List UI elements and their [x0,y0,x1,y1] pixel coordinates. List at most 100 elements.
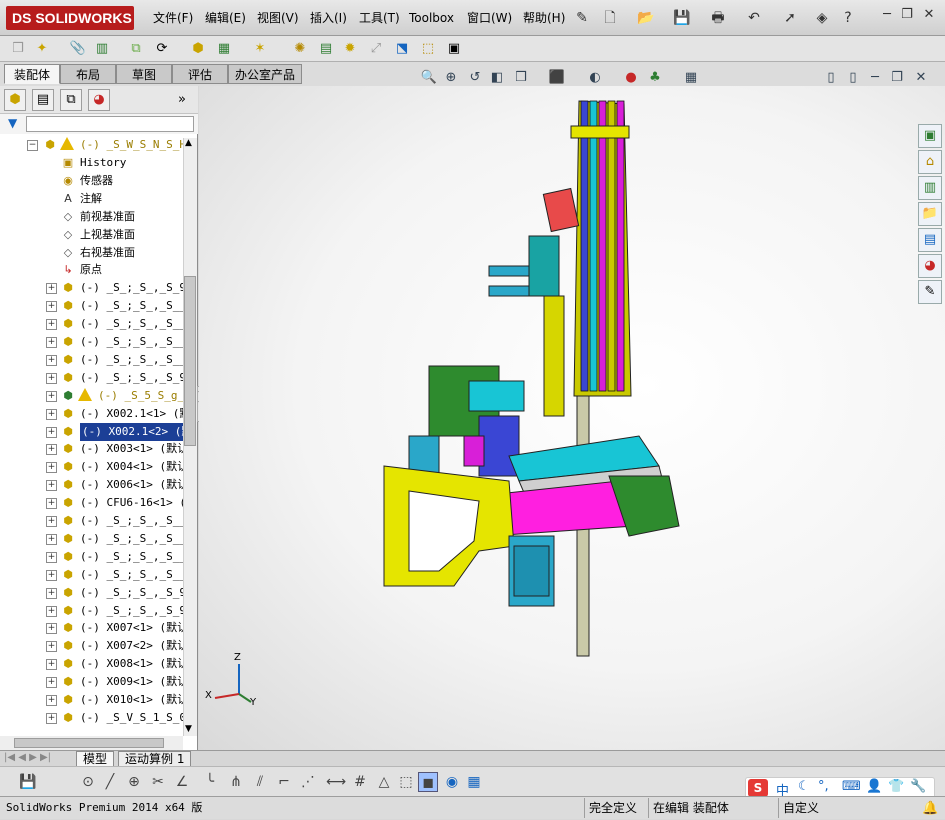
tree-scroll-thumb[interactable] [184,276,196,446]
help-icon[interactable]: ? [838,8,858,28]
expand-icon[interactable]: + [46,408,57,420]
section-view-icon[interactable]: ◧ [487,69,507,87]
home-icon[interactable]: ⌂ [918,150,942,174]
tree-item[interactable]: + ⬢ (-) _S_;_S_,_S___ [0,548,183,566]
hide-show-icon[interactable]: ◉ [442,772,462,792]
show-hidden-icon[interactable]: ⬢ [188,39,208,59]
expand-icon[interactable]: + [46,677,57,689]
tree-item[interactable]: + ⬢ (-) _S_;_S_,_S_9_ [0,279,183,297]
expand-icon[interactable]: + [46,695,57,706]
tree-item[interactable]: + ⬢ (-) _S_;_S_,_S_9_ [0,584,183,602]
reference-geometry-icon[interactable]: ✶ [250,39,270,59]
move-component-icon[interactable]: ⟳ [152,39,172,59]
explode-line-icon[interactable]: ⤢ [366,39,386,59]
tree-item[interactable]: ◇ 上视基准面 [0,226,183,244]
scroll-down-icon[interactable]: ▼ [185,724,192,734]
resources-icon[interactable]: ▣ [918,124,942,148]
corner-icon[interactable]: ⌐ [274,772,294,792]
keyboard-icon[interactable]: ⌨ [842,779,861,794]
open-folder-icon[interactable]: 📂 [636,8,656,28]
tree-item[interactable]: + ⬢ (-) X002.1<1> (默 [0,405,183,423]
tree-item[interactable]: + ⬢ (-) _S_;_S_,_S_9_ [0,602,183,620]
angle-icon[interactable]: ∠ [172,772,192,792]
tree-item[interactable]: + ⬢ (-) _S_;_S_,_S___ [0,297,183,315]
expand-icon[interactable]: + [46,426,57,438]
scroll-up-icon[interactable]: ▲ [185,138,192,148]
exploded-view-icon[interactable]: ✹ [340,39,360,59]
tree-item[interactable]: + ⬢ (-) X002.1<2> (默 [0,422,183,441]
sketch-point-icon[interactable]: ⋰ [298,772,318,792]
tab-assembly[interactable]: 装配体 [4,64,60,84]
expand-icon[interactable]: + [46,372,57,384]
menu-toolbox[interactable]: Toolbox [406,9,457,27]
tree-item[interactable]: + ⬢ (-) _S_;_S_,_S___ [0,566,183,584]
view-settings-icon[interactable]: ▦ [681,69,701,87]
line-icon[interactable]: ╱ [100,772,120,792]
appearance-icon[interactable]: ● [621,69,641,87]
new-document-icon[interactable]: 🗋 [600,8,620,28]
expand-icon[interactable]: + [46,354,57,366]
tree-item[interactable]: + ⬢ (-) _S_;_S_,_S_9_ [0,369,183,387]
expand-pane-icon[interactable]: » [178,92,186,107]
interference-detection-icon[interactable]: ⬔ [392,39,412,59]
appearances-icon[interactable]: ◕ [918,254,942,278]
viewport-minimize-icon[interactable]: ─ [865,69,885,87]
menu-edit[interactable]: 编辑(E) [202,9,249,27]
viewport-restore-icon[interactable]: ❐ [887,69,907,87]
expand-icon[interactable]: + [46,605,57,617]
circle-icon[interactable]: ⊙ [78,772,98,792]
notification-icon[interactable]: 🔔 [922,798,938,820]
scene-icon[interactable]: ♣ [645,69,665,87]
tree-item[interactable]: + ⬢ (-) X004<1> (默认 [0,458,183,476]
smart-fasteners-icon[interactable]: ⧉ [126,39,146,59]
rebuild-icon[interactable]: ◈ [812,8,832,28]
zoom-to-fit-icon[interactable]: 🔍 [419,69,439,87]
expand-icon[interactable]: + [46,551,57,563]
expand-icon[interactable]: + [46,462,57,474]
expand-icon[interactable]: + [46,498,57,510]
filter-icon[interactable]: ▼ [8,116,17,130]
close-window-icon[interactable]: ✕ [920,6,938,24]
instant3d-icon[interactable]: ⬚ [418,39,438,59]
minimize-window-icon[interactable]: ─ [878,6,896,24]
tab-scroll-arrows-icon[interactable]: |◀ ◀ ▶ ▶| [4,752,51,763]
expand-icon[interactable]: + [46,587,57,599]
expand-icon[interactable]: + [46,516,57,527]
shaded-display-icon[interactable]: ◼ [418,772,438,792]
tab-sketch[interactable]: 草图 [116,64,172,84]
expand-icon[interactable]: + [46,712,57,724]
collapse-icon[interactable]: − [27,140,38,151]
previous-view-icon[interactable]: ↺ [465,69,485,87]
view-orientation-icon[interactable]: ⬛ [547,69,567,87]
tab-motion-study[interactable]: 运动算例 1 [118,751,192,767]
expand-icon[interactable]: + [46,283,57,295]
tree-item[interactable]: + ⬢ (-) _S_;_S_,_S___ [0,315,183,333]
trim-icon[interactable]: ✂ [148,772,168,792]
expand-icon[interactable]: + [46,301,57,313]
tree-item[interactable]: + ⬢ (-) _S_;_S_,_S___ [0,530,183,548]
expand-icon[interactable]: + [46,533,57,545]
assembly-features-icon[interactable]: ▦ [214,39,234,59]
tree-item[interactable]: + ⬢ (-) _S_V_S_1_S_0_ [0,709,183,727]
menu-help[interactable]: 帮助(H) [520,9,568,27]
feature-tree-tab-icon[interactable]: ⬢ [4,89,26,111]
viewport-close-icon[interactable]: ✕ [911,69,931,87]
linear-pattern-icon[interactable]: ▥ [92,39,112,59]
sogou-logo-icon[interactable]: S [748,779,768,797]
punctuation-icon[interactable]: °, [818,779,829,794]
expand-icon[interactable]: + [46,390,57,402]
dynamic-annotation-icon[interactable]: ❒ [511,69,531,87]
point-icon[interactable]: ⊕ [124,772,144,792]
tree-item[interactable]: ↳ 原点 [0,261,183,279]
skin-shirt-icon[interactable]: 👕 [888,779,904,794]
custom-units-status[interactable]: 自定义 [778,798,848,818]
property-manager-tab-icon[interactable]: ▤ [32,89,54,111]
zoom-area-icon[interactable]: ⊕ [441,69,461,87]
tree-item[interactable]: + ⬢ (-) X007<1> (默认 [0,619,183,637]
design-library-icon[interactable]: ▥ [918,176,942,200]
relations-icon[interactable]: △ [374,772,394,792]
file-explorer-icon[interactable]: 📁 [918,202,942,226]
3d-box-icon[interactable]: ⬚ [396,772,416,792]
tree-item[interactable]: + ⬢ (-) X006<1> (默认 [0,476,183,494]
tree-item[interactable]: + ⬢ (-) _S_5_S_g_S [0,387,183,405]
